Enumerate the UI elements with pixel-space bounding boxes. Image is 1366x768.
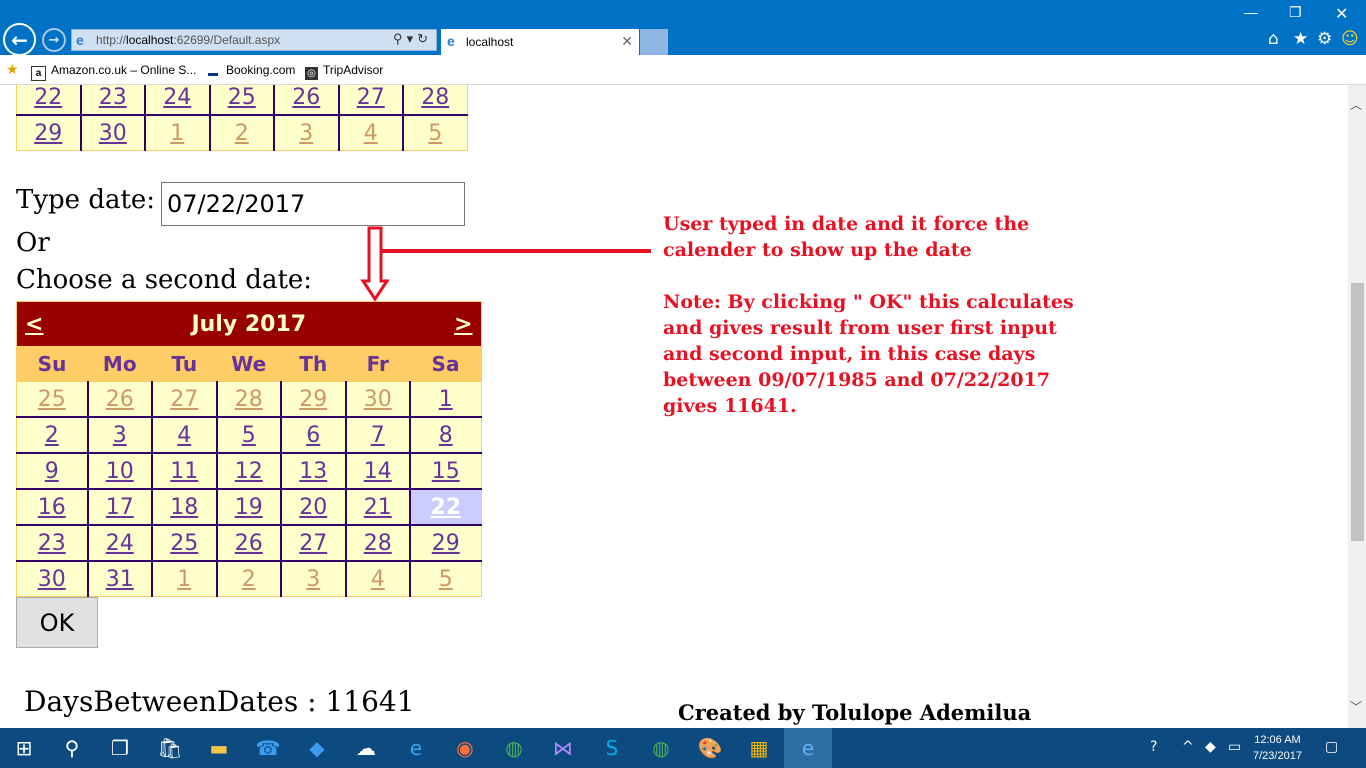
- forward-button[interactable]: →: [42, 28, 66, 52]
- address-url: http://localhost:62699/Default.aspx: [96, 33, 281, 47]
- chevron-down-icon[interactable]: ﹀: [1350, 698, 1362, 715]
- scroll-thumb[interactable]: [1351, 283, 1364, 541]
- chrome-icon: ◍: [505, 736, 523, 760]
- search-icon: ⚲: [64, 736, 80, 760]
- edge-icon: e: [409, 736, 423, 760]
- taskbar-visual-studio[interactable]: ⋈: [539, 728, 587, 768]
- address-bar[interactable]: e http://localhost:62699/Default.aspx ⚲▾…: [71, 29, 437, 51]
- tripadvisor-icon: ◎: [305, 67, 318, 80]
- start-button[interactable]: ⊞: [0, 728, 48, 768]
- chevron-up-icon[interactable]: ︿: [1350, 96, 1362, 113]
- taskbar-paint[interactable]: 🎨: [686, 728, 734, 768]
- taskbar-onedrive[interactable]: ☁: [342, 728, 390, 768]
- windows-logo-icon: ⊞: [15, 736, 33, 760]
- task-view-icon: ❐: [111, 736, 129, 760]
- taskbar-internet-explorer[interactable]: e: [784, 728, 832, 768]
- smiley-feedback-icon[interactable]: ☺: [1341, 29, 1359, 49]
- annotation-line-1: User typed in date and it force the cale…: [663, 213, 1030, 261]
- new-tab-button[interactable]: [640, 29, 668, 55]
- app-window-icon: ▦: [749, 736, 769, 760]
- taskbar-app-2[interactable]: ▦: [735, 728, 783, 768]
- favorite-booking[interactable]: ▬ Booking.com: [205, 63, 295, 80]
- favorite-tripadvisor[interactable]: ◎ TripAdvisor: [305, 63, 383, 80]
- taskbar-dropbox[interactable]: ◆: [293, 728, 341, 768]
- back-button[interactable]: ←: [3, 23, 36, 56]
- tab-close-icon[interactable]: ✕: [621, 33, 633, 50]
- clock[interactable]: 12:06 AM 7/23/2017: [1253, 732, 1302, 764]
- arrow-right-icon: →: [48, 32, 60, 48]
- web-page: 22 23 24 25 26 27 28 29 30 1 2 3 4 5 Typ…: [0, 85, 1348, 728]
- taskbar-chrome-2[interactable]: ◍: [637, 728, 685, 768]
- add-favorite-star-icon[interactable]: ★: [6, 61, 19, 78]
- tab-localhost[interactable]: e localhost ✕: [441, 29, 639, 55]
- help-icon[interactable]: ?: [1150, 739, 1157, 755]
- favorites-bar: ★ a Amazon.co.uk – Online S... ▬ Booking.c…: [0, 55, 1366, 85]
- task-view-button[interactable]: ❐: [96, 728, 144, 768]
- favorites-star-icon[interactable]: ★: [1293, 29, 1308, 49]
- favorite-amazon[interactable]: a Amazon.co.uk – Online S...: [31, 63, 196, 81]
- clock-date: 7/23/2017: [1253, 750, 1302, 762]
- credit-box: Created by Tolulope Ademilua: [648, 688, 1146, 728]
- restore-icon[interactable]: ❐: [1289, 4, 1302, 21]
- taskbar-file-explorer[interactable]: ▬: [195, 728, 243, 768]
- skype-icon: S: [605, 736, 619, 760]
- taskbar-store[interactable]: 🛍: [146, 728, 194, 768]
- visual-studio-icon: ⋈: [553, 736, 573, 760]
- clock-time: 12:06 AM: [1254, 734, 1301, 746]
- arrow-left-icon: ←: [11, 27, 28, 52]
- dropbox-tray-icon[interactable]: ◆: [1205, 739, 1216, 755]
- ie-page-icon: e: [76, 32, 84, 48]
- taskbar-firefox[interactable]: ◉: [441, 728, 489, 768]
- onedrive-icon: ☁: [356, 736, 376, 760]
- home-icon[interactable]: ⌂: [1268, 29, 1279, 49]
- paint-icon: 🎨: [697, 736, 723, 760]
- credit-text: Created by Tolulope Ademilua: [678, 700, 1032, 725]
- search-refresh-icons[interactable]: ⚲▾↻: [393, 31, 432, 47]
- battery-icon[interactable]: ▭: [1228, 739, 1241, 755]
- chevron-up-tray-icon[interactable]: ^: [1182, 739, 1194, 755]
- taskbar-chrome[interactable]: ◍: [490, 728, 538, 768]
- taskbar-edge[interactable]: e: [392, 728, 440, 768]
- search-button[interactable]: ⚲: [48, 728, 96, 768]
- booking-icon: ▬: [208, 68, 218, 79]
- app-icon: ☎: [255, 736, 281, 760]
- gear-icon[interactable]: ⚙: [1317, 29, 1332, 49]
- internet-explorer-icon: e: [801, 736, 815, 760]
- firefox-icon: ◉: [456, 736, 474, 760]
- ie-tab-icon: e: [447, 33, 455, 49]
- close-window-icon[interactable]: ✕: [1335, 4, 1348, 24]
- store-icon: 🛍: [157, 736, 183, 760]
- annotation-line-2: Note: By clicking " OK" this calculates …: [663, 291, 1074, 417]
- notification-icon[interactable]: ▢: [1325, 739, 1338, 755]
- chrome-icon: ◍: [652, 736, 670, 760]
- folder-icon: ▬: [209, 736, 229, 760]
- taskbar-app[interactable]: ☎: [244, 728, 292, 768]
- annotation-note: User typed in date and it force the cale…: [663, 211, 1093, 419]
- browser-title-bar: ← → e http://localhost:62699/Default.asp…: [0, 0, 1366, 56]
- taskbar-skype[interactable]: S: [588, 728, 636, 768]
- windows-taskbar: ⊞ ⚲ ❐ 🛍 ▬ ☎ ◆ ☁ e ◉ ◍ ⋈ S ◍ 🎨 ▦ e ? ^ ◆ …: [0, 728, 1366, 768]
- tab-title: localhost: [466, 35, 514, 49]
- amazon-icon: a: [31, 66, 46, 81]
- dropbox-icon: ◆: [309, 736, 325, 760]
- minimize-icon[interactable]: —: [1244, 4, 1258, 20]
